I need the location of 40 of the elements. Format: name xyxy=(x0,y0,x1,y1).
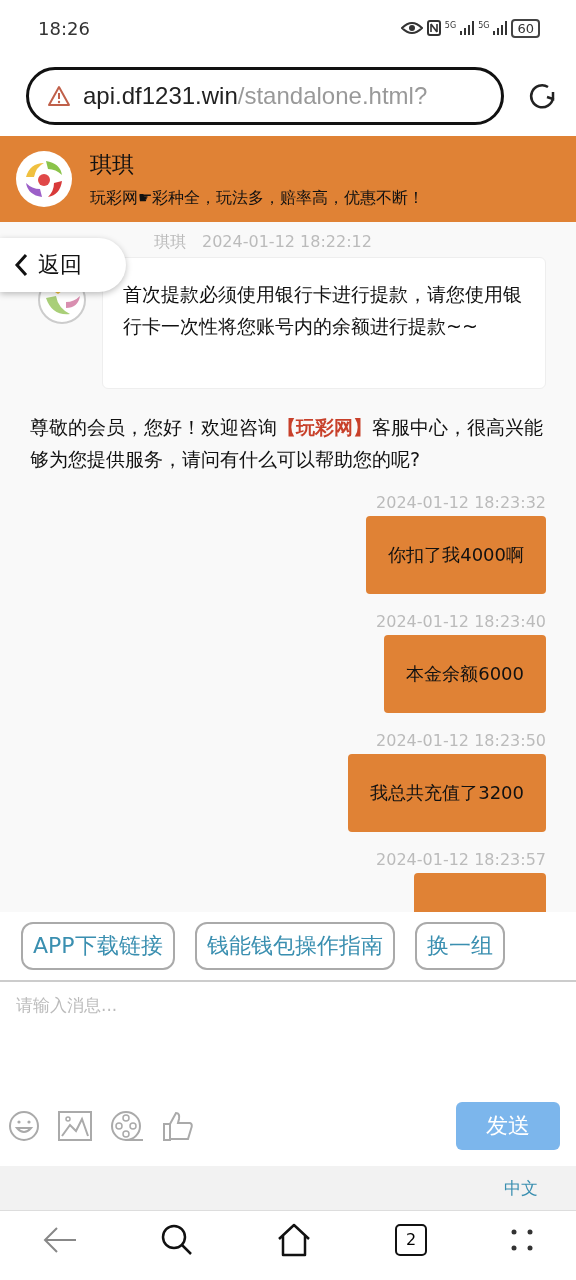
back-button[interactable]: 返回 xyxy=(0,238,126,292)
warning-icon xyxy=(47,85,71,107)
tab-count-button[interactable]: 2 xyxy=(395,1223,428,1256)
eye-icon xyxy=(400,21,423,35)
search-icon[interactable] xyxy=(160,1223,193,1256)
quick-reply-button[interactable]: 换一组 xyxy=(414,922,505,970)
nfc-icon xyxy=(426,20,441,36)
quick-reply-button[interactable]: 钱能钱包操作指南 xyxy=(194,922,395,970)
send-button[interactable]: 发送 xyxy=(456,1102,560,1150)
network-label: 5G xyxy=(444,20,457,30)
message-time: 2024-01-12 18:23:57 xyxy=(376,850,546,869)
logo-icon xyxy=(16,151,72,207)
status-time: 18:26 xyxy=(38,17,90,39)
agent-name: 琪琪 xyxy=(90,150,135,179)
signal-icon xyxy=(460,21,475,35)
dots-menu-icon[interactable] xyxy=(510,1227,535,1252)
message-time: 2024-01-12 18:23:32 xyxy=(376,493,546,512)
welcome-message: 尊敬的会员，您好！欢迎咨询【玩彩网】客服中心，很高兴能够为您提供服务，请问有什么可以帮助您的呢? xyxy=(30,415,544,472)
sender-name: 琪琪 xyxy=(154,232,186,253)
quick-reply-button[interactable]: APP下载链接 xyxy=(21,922,175,970)
smiley-icon[interactable] xyxy=(8,1110,40,1142)
message-bubble: 本金余额6000 xyxy=(384,635,546,713)
slogan-text: 玩彩网☛彩种全，玩法多，赔率高，优惠不断！ xyxy=(90,187,425,209)
back-arrow-icon[interactable] xyxy=(41,1224,78,1255)
message-bubble: 我总共充值了3200 xyxy=(348,754,546,832)
network-label: 5G xyxy=(478,20,490,30)
chevron-left-icon xyxy=(14,253,28,277)
message-time: 2024-01-12 18:23:50 xyxy=(376,731,546,750)
thumbs-up-icon[interactable] xyxy=(162,1110,194,1142)
signal-icon xyxy=(493,21,508,35)
image-icon[interactable] xyxy=(58,1111,92,1141)
message-bubble: 你扣了我4000啊 xyxy=(366,516,546,594)
film-reel-icon[interactable] xyxy=(110,1110,144,1142)
battery-indicator: 60 xyxy=(511,18,540,38)
message-time: 2024-01-12 18:23:40 xyxy=(376,612,546,631)
message-bubble: 首次提款必须使用银行卡进行提款，请您使用银行卡一次性将您账号内的余额进行提款~~ xyxy=(102,257,546,389)
language-link[interactable]: 中文 xyxy=(504,1176,538,1200)
address-bar[interactable]: api.df1231.win/standalone.html? xyxy=(26,67,504,125)
message-time: 2024-01-12 18:22:12 xyxy=(202,232,372,253)
url-text: api.df1231.win/standalone.html? xyxy=(83,82,428,110)
